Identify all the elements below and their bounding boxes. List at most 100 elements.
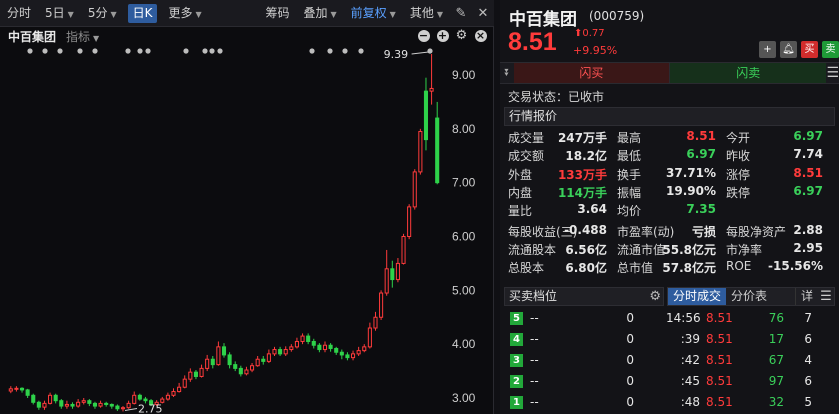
zoom-out-icon[interactable]: − — [414, 27, 433, 45]
candle — [36, 400, 41, 410]
event-marker[interactable] — [358, 48, 364, 54]
low-annotation: 2.75 — [138, 402, 163, 414]
candle-body — [306, 335, 311, 342]
candle — [221, 343, 227, 358]
gear-icon[interactable]: ⚙ — [649, 288, 661, 305]
overlay-button[interactable]: 叠加 ▼ — [296, 0, 343, 27]
adjust-button[interactable]: 前复权 ▼ — [344, 0, 403, 27]
tab-price-table[interactable]: 分价表 — [726, 288, 772, 305]
menu-icon[interactable]: ☰ — [826, 63, 839, 83]
tab-intraday[interactable]: 分时 — [0, 0, 38, 27]
candle-body — [339, 351, 344, 356]
event-marker[interactable] — [427, 48, 433, 54]
event-marker[interactable] — [309, 48, 315, 54]
tick-count: 6 — [804, 374, 812, 388]
tick-price: 8.51 — [706, 395, 733, 409]
collapse-icon[interactable]: ⏬︎ — [500, 63, 514, 83]
high-annotation: 9.39 — [384, 48, 409, 61]
chips-button[interactable]: 筹码 — [258, 0, 296, 27]
event-marker[interactable] — [57, 48, 63, 54]
gear-icon[interactable]: ⚙ — [452, 27, 471, 45]
candle — [199, 364, 204, 378]
tab-more[interactable]: 更多 ▼ — [161, 0, 208, 27]
candle-body — [227, 354, 232, 366]
candle-body — [216, 346, 221, 366]
indicator-dropdown[interactable]: 指标 ▼ — [66, 28, 99, 45]
order-level-badge: 5 — [510, 312, 523, 325]
candle — [294, 337, 299, 349]
order-level-badge: 2 — [510, 375, 523, 388]
kline-chart[interactable]: 9.00 8.00 7.00 6.00 5.00 4.00 3.00 9.39 2.75 — [0, 45, 494, 414]
candle — [8, 386, 13, 394]
sell-button[interactable]: 卖 — [822, 41, 839, 58]
candle — [104, 401, 109, 407]
event-marker[interactable] — [92, 48, 98, 54]
candle — [165, 392, 170, 401]
stat-label: 外盘 — [508, 167, 533, 182]
tab-5min[interactable]: 5分 ▼ — [81, 0, 124, 27]
stat-label: 振幅 — [617, 185, 642, 200]
zoom-in-icon[interactable]: + — [433, 27, 452, 45]
event-marker[interactable] — [209, 48, 215, 54]
tab-tick-trades[interactable]: 分时成交 — [668, 288, 727, 305]
stat-value: 亏损 — [691, 224, 716, 239]
candle — [14, 386, 19, 392]
candle-body — [221, 346, 227, 356]
candle-body — [345, 354, 350, 359]
stat-label: 涨停 — [726, 167, 751, 182]
event-marker[interactable] — [77, 48, 83, 54]
draw-pen-icon[interactable]: ✎ — [450, 6, 472, 21]
tab-detail[interactable]: 详 — [794, 288, 818, 305]
event-marker[interactable] — [217, 48, 223, 54]
candle-body — [31, 394, 36, 403]
candle-body — [300, 335, 305, 342]
event-marker[interactable] — [202, 48, 208, 54]
chevron-down-icon: ▼ — [389, 9, 396, 19]
price-change: ⬆0.77 — [574, 28, 605, 39]
tick-time: :42 — [680, 353, 700, 367]
candle — [373, 311, 378, 331]
close-icon[interactable]: ✕ — [472, 6, 494, 21]
event-marker[interactable] — [145, 48, 151, 54]
tab-5day[interactable]: 5日 ▼ — [38, 0, 81, 27]
candle-body — [36, 401, 41, 408]
event-marker[interactable] — [183, 48, 189, 54]
candle-body — [92, 402, 98, 407]
candle-body — [76, 401, 81, 407]
indicator-label: 指标 — [66, 29, 91, 44]
tick-price: 8.51 — [706, 353, 733, 367]
flash-sell-button[interactable]: 闪卖 — [670, 63, 827, 83]
stat-label: 量比 — [508, 204, 533, 219]
candle — [31, 393, 36, 405]
stat-value: 6.97 — [793, 129, 823, 143]
flash-buy-button[interactable]: 闪买 — [513, 63, 671, 83]
y-tick-label: 6.00 — [452, 230, 476, 244]
candle — [188, 368, 193, 382]
add-watchlist-icon[interactable]: + — [759, 41, 776, 58]
event-marker[interactable] — [137, 48, 143, 54]
buy-button[interactable]: 买 — [801, 41, 818, 58]
candle-body — [126, 402, 131, 409]
event-marker[interactable] — [342, 48, 348, 54]
event-marker[interactable] — [27, 48, 33, 54]
candle-body — [322, 344, 328, 351]
chart-subheader: 中百集团 指标 ▼ − + ⚙ × — [0, 27, 494, 45]
close-icon[interactable]: × — [471, 27, 490, 45]
candle — [435, 101, 440, 185]
stat-value: 19.90% — [666, 183, 716, 198]
candle-body — [87, 400, 92, 404]
event-marker[interactable] — [125, 48, 131, 54]
tick-price: 8.51 — [706, 332, 733, 346]
candle — [87, 399, 92, 407]
event-marker[interactable] — [42, 48, 48, 54]
candle — [250, 363, 255, 373]
section-title-quote: 行情报价 — [504, 107, 835, 126]
candle-body — [193, 371, 198, 377]
candle — [306, 333, 311, 345]
candle-body — [390, 268, 395, 281]
bell-icon[interactable]: 🔔︎ — [780, 41, 797, 58]
menu-icon[interactable]: ☰ — [818, 289, 834, 304]
other-button[interactable]: 其他 ▼ — [403, 0, 450, 27]
tab-daily-k[interactable]: 日K — [127, 3, 158, 23]
event-marker[interactable] — [327, 48, 333, 54]
